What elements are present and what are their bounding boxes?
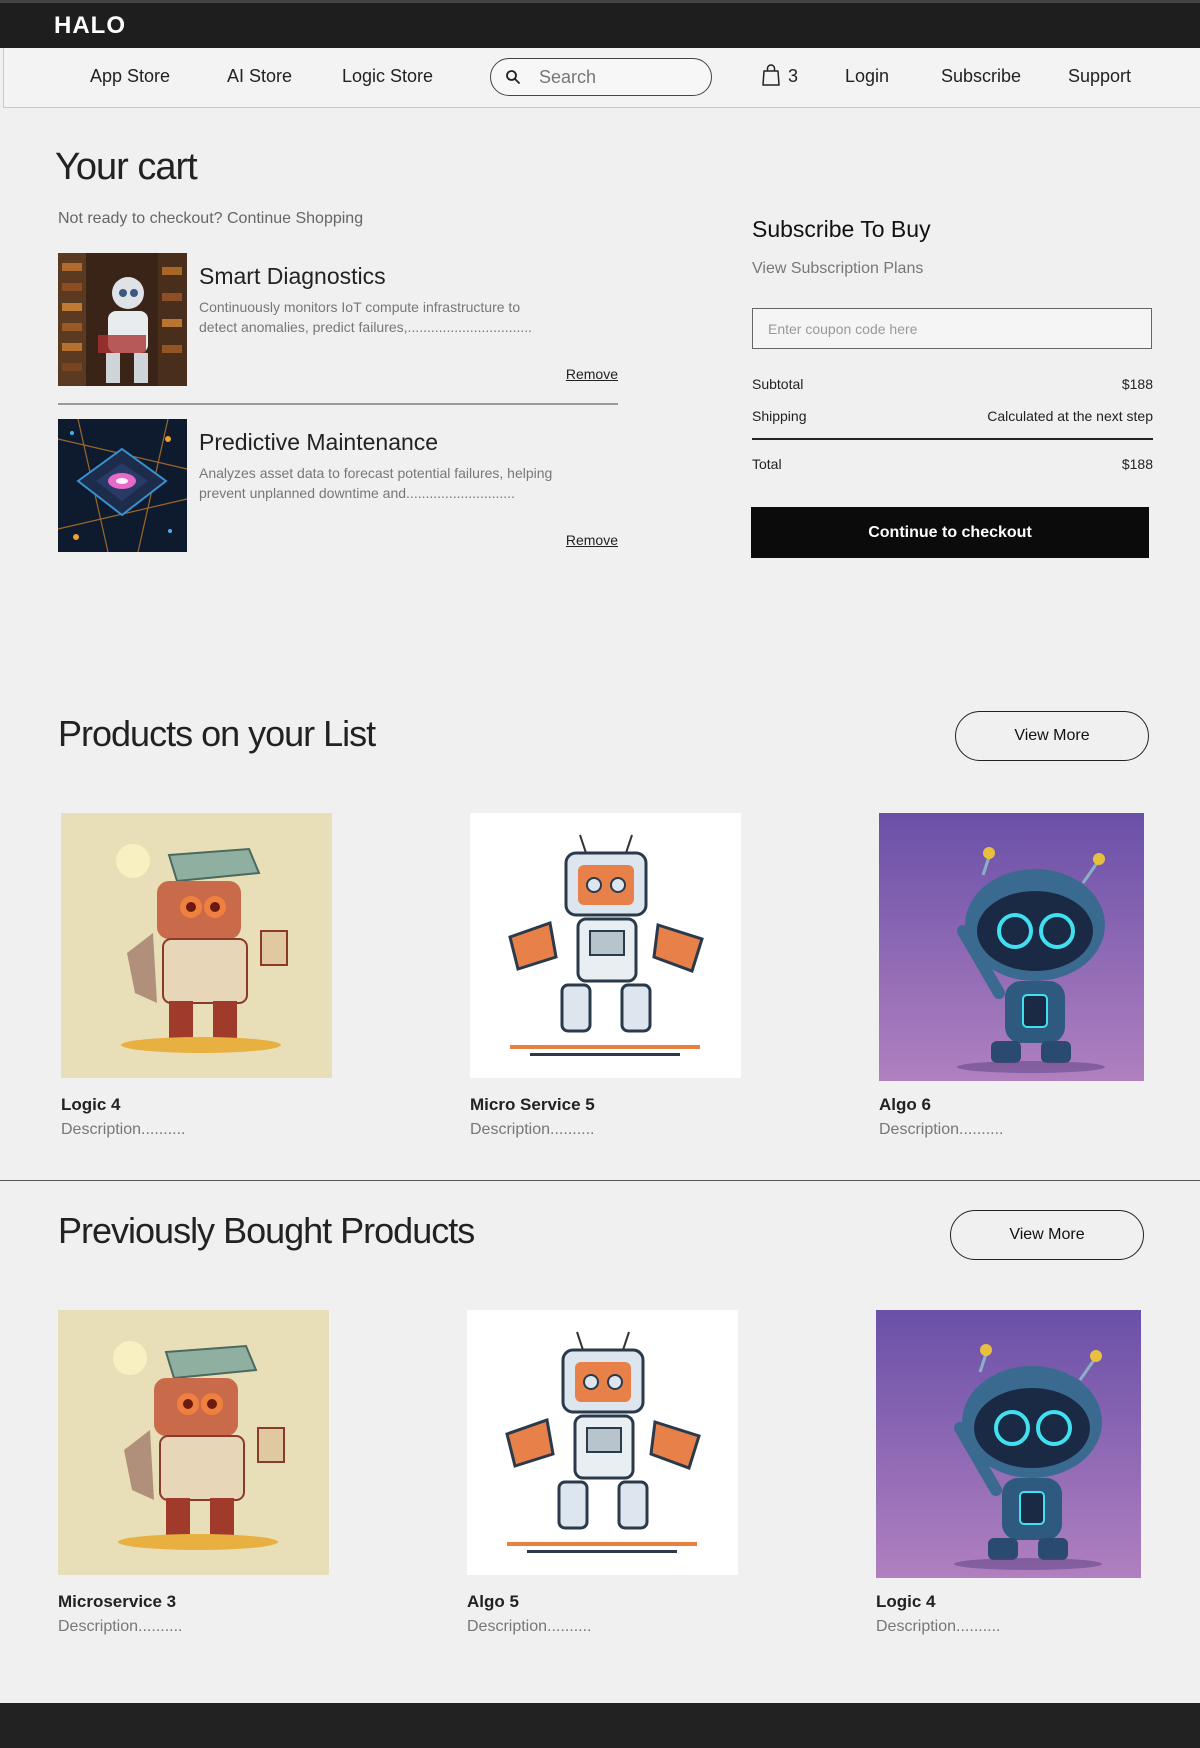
remove-button[interactable]: Remove <box>566 366 618 382</box>
product-name: Micro Service 5 <box>470 1095 595 1114</box>
cart-count-badge: 3 <box>788 66 799 86</box>
top-bar: HALO <box>0 0 1200 48</box>
product-card[interactable]: Algo 6 Description.......... <box>879 813 1145 1143</box>
brand-logo[interactable]: HALO <box>54 12 126 40</box>
product-description: Description.......... <box>470 1121 595 1138</box>
product-description: Description.......... <box>58 1618 183 1635</box>
product-name: Algo 6 <box>879 1095 931 1114</box>
total-value: $188 <box>1121 456 1153 472</box>
cart-item-name[interactable]: Predictive Maintenance <box>199 429 438 456</box>
summary-title: Subscribe To Buy <box>752 216 931 242</box>
nav-support[interactable]: Support <box>1068 66 1131 87</box>
subscription-plans-link[interactable]: View Subscription Plans <box>752 260 923 278</box>
product-image <box>58 1310 329 1575</box>
product-thumbnail <box>58 253 187 386</box>
product-name: Algo 5 <box>467 1592 519 1611</box>
section-divider <box>0 1180 1200 1181</box>
coupon-input[interactable] <box>752 308 1152 349</box>
page-title: Your cart <box>55 146 198 188</box>
search-icon <box>506 70 520 84</box>
subtotal-label: Subtotal <box>752 376 804 392</box>
product-card[interactable]: Logic 4 Description.......... <box>61 813 333 1143</box>
product-image <box>467 1310 738 1575</box>
product-card[interactable]: Micro Service 5 Description.......... <box>470 813 742 1143</box>
bought-section-title: Previously Bought Products <box>58 1210 475 1251</box>
product-description: Description.......... <box>876 1618 1001 1635</box>
shopping-bag-icon <box>762 64 780 86</box>
cart-item-description: Continuously monitors IoT compute infras… <box>199 299 533 335</box>
nav-ai-store[interactable]: AI Store <box>227 66 292 87</box>
product-name: Logic 4 <box>876 1592 936 1611</box>
view-more-button[interactable]: View More <box>955 711 1149 761</box>
search-input[interactable] <box>537 65 697 89</box>
total-label: Total <box>752 456 782 472</box>
product-image <box>876 1310 1141 1578</box>
cart-item-description: Analyzes asset data to forecast potentia… <box>199 465 553 501</box>
product-card[interactable]: Algo 5 Description.......... <box>467 1310 739 1640</box>
subtotal-value: $188 <box>1121 376 1153 392</box>
product-name: Logic 4 <box>61 1095 121 1114</box>
nav-logic-store[interactable]: Logic Store <box>342 66 433 87</box>
nav-subscribe[interactable]: Subscribe <box>941 66 1021 87</box>
divider <box>58 403 618 405</box>
product-card[interactable]: Microservice 3 Description.......... <box>58 1310 330 1640</box>
product-name: Microservice 3 <box>58 1592 177 1611</box>
product-image <box>61 813 332 1078</box>
summary-divider <box>752 438 1153 440</box>
view-more-button[interactable]: View More <box>950 1210 1144 1260</box>
checkout-button[interactable]: Continue to checkout <box>751 507 1149 558</box>
product-image <box>470 813 741 1078</box>
cart-item: Smart Diagnostics Continuously monitors … <box>58 253 618 387</box>
nav-login[interactable]: Login <box>845 66 889 87</box>
product-thumbnail <box>58 419 187 552</box>
cart-item-name[interactable]: Smart Diagnostics <box>199 263 386 290</box>
remove-button[interactable]: Remove <box>566 532 618 548</box>
product-description: Description.......... <box>61 1121 186 1138</box>
product-image <box>879 813 1144 1081</box>
list-section-title: Products on your List <box>58 713 376 754</box>
product-description: Description.......... <box>879 1121 1004 1138</box>
main-nav: App Store AI Store Logic Store 3 Login S… <box>3 48 1200 108</box>
shipping-label: Shipping <box>752 408 807 424</box>
nav-app-store[interactable]: App Store <box>90 66 170 87</box>
cart-item: Predictive Maintenance Analyzes asset da… <box>58 419 618 553</box>
search-box[interactable] <box>490 58 712 96</box>
product-card[interactable]: Logic 4 Description.......... <box>876 1310 1142 1640</box>
product-description: Description.......... <box>467 1618 592 1635</box>
shipping-value: Calculated at the next step <box>987 408 1153 424</box>
continue-shopping-link[interactable]: Not ready to checkout? Continue Shopping <box>58 210 363 228</box>
footer <box>0 1703 1200 1748</box>
